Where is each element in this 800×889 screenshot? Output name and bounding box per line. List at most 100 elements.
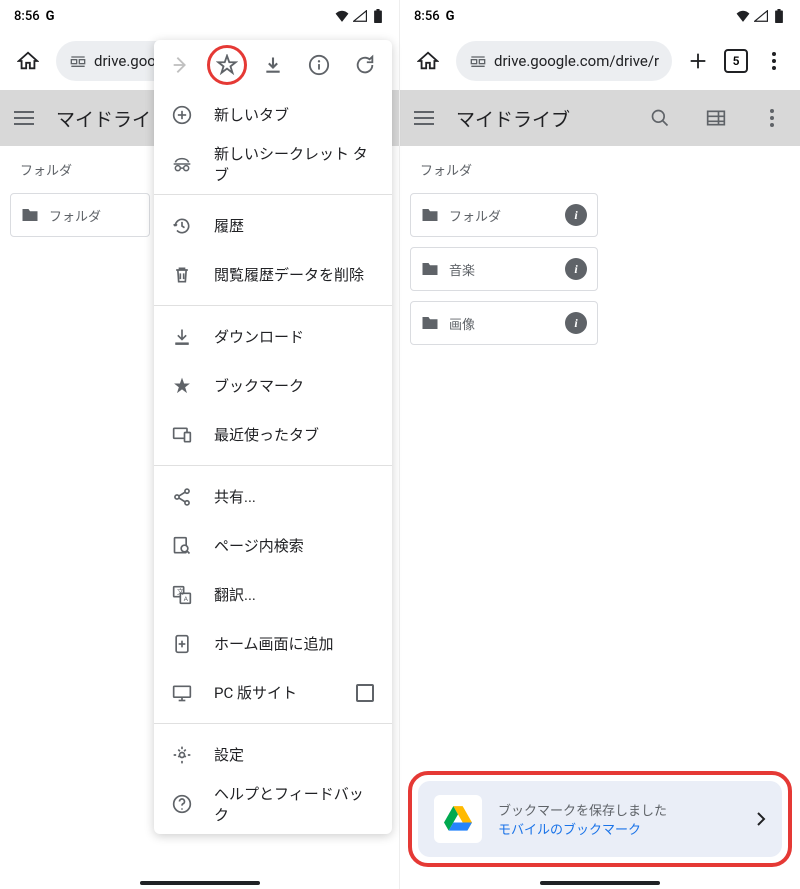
secure-icon bbox=[70, 54, 86, 68]
wifi-icon bbox=[736, 9, 750, 23]
menu-item-desktop[interactable]: PC 版サイト bbox=[154, 668, 392, 717]
folder-name: 音楽 bbox=[449, 260, 555, 279]
chrome-toolbar: drive.google.com/drive/r 5 bbox=[400, 32, 800, 90]
toast-line2: モバイルのブックマーク bbox=[498, 819, 740, 838]
clock-text: 8:56 bbox=[14, 9, 40, 24]
incognito-icon bbox=[172, 154, 192, 174]
menu-item-label: 翻訳... bbox=[214, 584, 374, 605]
folder-card[interactable]: フォルダ i bbox=[410, 193, 598, 237]
drive-more-button[interactable] bbox=[752, 109, 792, 127]
home-button[interactable] bbox=[408, 41, 448, 81]
menu-item-trash[interactable]: 閲覧履歴データを削除 bbox=[154, 250, 392, 299]
folder-section-label: フォルダ bbox=[400, 146, 800, 193]
menu-item-label: ヘルプとフィードバック bbox=[214, 783, 374, 825]
folder-icon bbox=[421, 207, 439, 223]
forward-button[interactable] bbox=[161, 45, 201, 85]
url-bar[interactable]: drive.google.com/drive/r bbox=[456, 41, 672, 81]
menu-item-plus-box[interactable]: 新しいタブ bbox=[154, 90, 392, 139]
search-button[interactable] bbox=[640, 108, 680, 128]
folder-grid-right: フォルダ i 音楽 i 画像 i bbox=[400, 193, 800, 345]
info-icon[interactable]: i bbox=[565, 204, 587, 226]
bookmark-toast[interactable]: ブックマークを保存しました モバイルのブックマーク bbox=[418, 781, 782, 857]
folder-icon bbox=[421, 315, 439, 331]
menu-item-download[interactable]: ダウンロード bbox=[154, 312, 392, 361]
nav-bar-pill bbox=[140, 881, 260, 885]
menu-item-share[interactable]: 共有... bbox=[154, 472, 392, 521]
hamburger-icon[interactable] bbox=[408, 110, 440, 126]
menu-item-label: 共有... bbox=[214, 486, 374, 507]
menu-toolbar bbox=[154, 40, 392, 90]
menu-item-label: ブックマーク bbox=[214, 375, 374, 396]
wifi-icon bbox=[335, 9, 349, 23]
info-icon[interactable]: i bbox=[565, 258, 587, 280]
menu-item-label: 新しいタブ bbox=[214, 104, 374, 125]
tab-switcher-button[interactable]: 5 bbox=[724, 49, 748, 73]
clock-text: 8:56 bbox=[414, 9, 440, 24]
menu-item-label: ページ内検索 bbox=[214, 535, 374, 556]
menu-item-add-home[interactable]: ホーム画面に追加 bbox=[154, 619, 392, 668]
desktop-icon bbox=[172, 683, 192, 703]
menu-item-devices[interactable]: 最近使ったタブ bbox=[154, 410, 392, 459]
download-icon bbox=[172, 327, 192, 347]
gear-icon bbox=[172, 745, 192, 765]
folder-icon bbox=[21, 207, 39, 223]
share-icon bbox=[172, 487, 192, 507]
menu-item-label: ホーム画面に追加 bbox=[214, 633, 374, 654]
menu-item-history[interactable]: 履歴 bbox=[154, 201, 392, 250]
more-button[interactable] bbox=[756, 43, 792, 79]
folder-icon bbox=[421, 261, 439, 277]
menu-separator bbox=[154, 465, 392, 466]
assistant-g: G bbox=[46, 9, 55, 24]
toast-text: ブックマークを保存しました モバイルのブックマーク bbox=[498, 800, 740, 838]
folder-name: 画像 bbox=[449, 314, 555, 333]
menu-item-label: PC 版サイト bbox=[214, 682, 334, 703]
menu-item-star-fill[interactable]: ブックマーク bbox=[154, 361, 392, 410]
home-button[interactable] bbox=[8, 41, 48, 81]
menu-item-label: 最近使ったタブ bbox=[214, 424, 374, 445]
menu-item-help[interactable]: ヘルプとフィードバック bbox=[154, 779, 392, 828]
bookmark-star-button[interactable] bbox=[207, 45, 247, 85]
folder-card[interactable]: 音楽 i bbox=[410, 247, 598, 291]
menu-item-label: 閲覧履歴データを削除 bbox=[214, 264, 374, 285]
status-bar: 8:56 G bbox=[400, 0, 800, 32]
reload-button[interactable] bbox=[345, 45, 385, 85]
checkbox[interactable] bbox=[356, 684, 374, 702]
highlight-circle bbox=[207, 45, 247, 85]
menu-item-label: ダウンロード bbox=[214, 326, 374, 347]
battery-icon bbox=[371, 9, 385, 23]
view-toggle-button[interactable] bbox=[696, 109, 736, 127]
info-icon[interactable]: i bbox=[565, 312, 587, 334]
hamburger-icon[interactable] bbox=[8, 110, 40, 126]
star-fill-icon bbox=[172, 376, 192, 396]
find-icon bbox=[172, 536, 192, 556]
url-text: drive.google.com/drive/r bbox=[494, 52, 659, 70]
devices-icon bbox=[172, 425, 192, 445]
battery-icon bbox=[772, 9, 786, 23]
menu-separator bbox=[154, 723, 392, 724]
right-screen: 8:56 G drive.google.com/drive/r 5 マイドライブ bbox=[400, 0, 800, 889]
folder-card[interactable]: フォルダ bbox=[10, 193, 150, 237]
signal-icon bbox=[353, 9, 367, 23]
menu-item-label: 新しいシークレット タブ bbox=[214, 143, 374, 185]
help-icon bbox=[172, 794, 192, 814]
menu-item-translate[interactable]: 文A 翻訳... bbox=[154, 570, 392, 619]
menu-item-find[interactable]: ページ内検索 bbox=[154, 521, 392, 570]
trash-icon bbox=[172, 265, 192, 285]
drive-title: マイドライブ bbox=[456, 105, 624, 132]
info-button[interactable] bbox=[299, 45, 339, 85]
menu-separator bbox=[154, 194, 392, 195]
menu-item-incognito[interactable]: 新しいシークレット タブ bbox=[154, 139, 392, 188]
download-button[interactable] bbox=[253, 45, 293, 85]
new-tab-button[interactable] bbox=[680, 43, 716, 79]
status-bar: 8:56 G bbox=[0, 0, 399, 32]
folder-card[interactable]: 画像 i bbox=[410, 301, 598, 345]
drive-header: マイドライブ bbox=[400, 90, 800, 146]
signal-icon bbox=[754, 9, 768, 23]
menu-item-gear[interactable]: 設定 bbox=[154, 730, 392, 779]
menu-separator bbox=[154, 305, 392, 306]
chrome-menu: 新しいタブ新しいシークレット タブ履歴閲覧履歴データを削除ダウンロードブックマー… bbox=[154, 40, 392, 834]
plus-box-icon bbox=[172, 105, 192, 125]
secure-icon bbox=[470, 54, 486, 68]
toast-highlight: ブックマークを保存しました モバイルのブックマーク bbox=[408, 771, 792, 867]
translate-icon: 文A bbox=[172, 585, 192, 605]
